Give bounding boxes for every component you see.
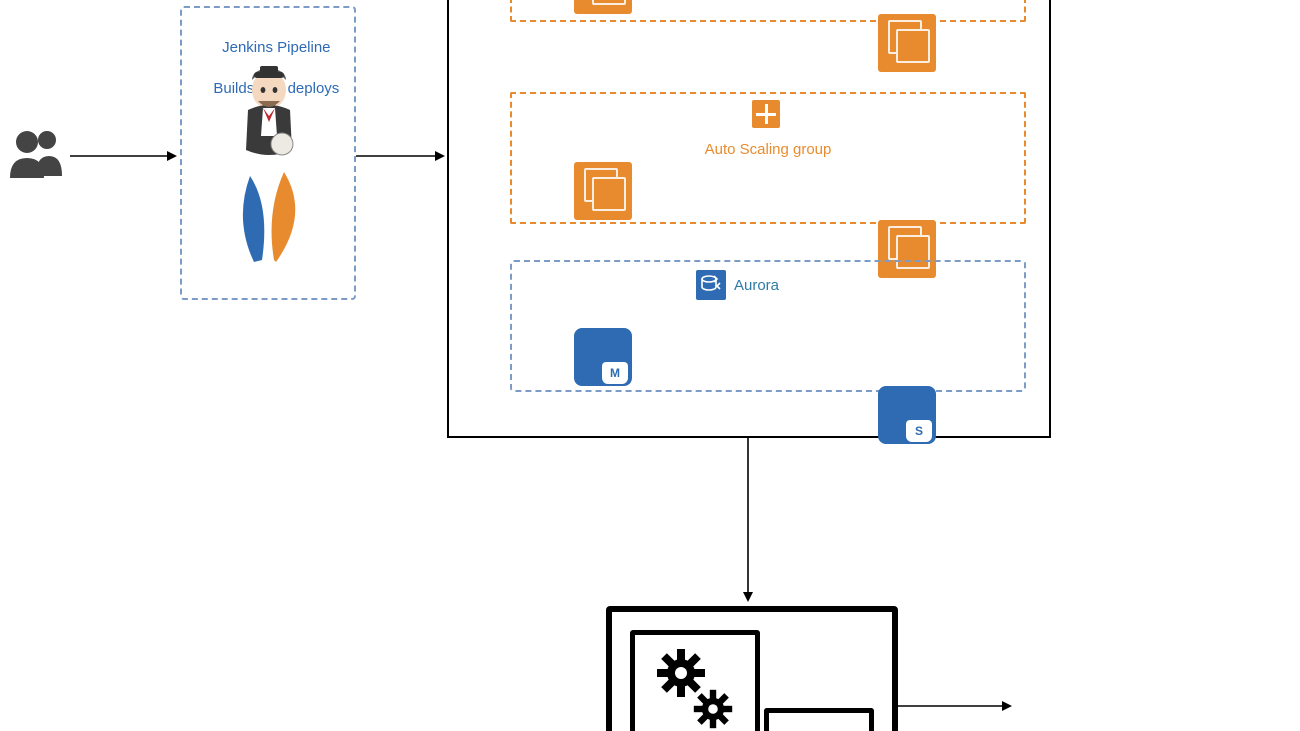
gears-icon [635,635,755,731]
ec2-icon [878,14,936,72]
rds-master-letter: M [602,362,628,384]
asg-label: Auto Scaling group [512,140,1024,160]
aurora-label: Aurora [734,276,779,296]
loadtest-monitor-icon [606,606,898,731]
jenkins-pipeline-box: Jenkins Pipeline Builds and deploys [180,6,356,300]
jenkins-icon [234,66,304,156]
asg-group-middle: Auto Scaling group [510,92,1026,224]
maven-feathers-icon [224,170,314,270]
asg-group-top [510,0,1026,22]
jenkins-title-line1: Jenkins Pipeline [222,39,330,56]
aurora-icon [696,270,726,300]
ec2-icon [574,0,632,14]
rds-standby-icon: S [878,386,936,444]
rds-standby-letter: S [906,420,932,442]
aurora-group: Aurora M S [510,260,1026,392]
ec2-icon [574,162,632,220]
users-icon [6,128,66,188]
auto-scaling-icon [752,100,780,128]
rds-master-icon: M [574,328,632,386]
